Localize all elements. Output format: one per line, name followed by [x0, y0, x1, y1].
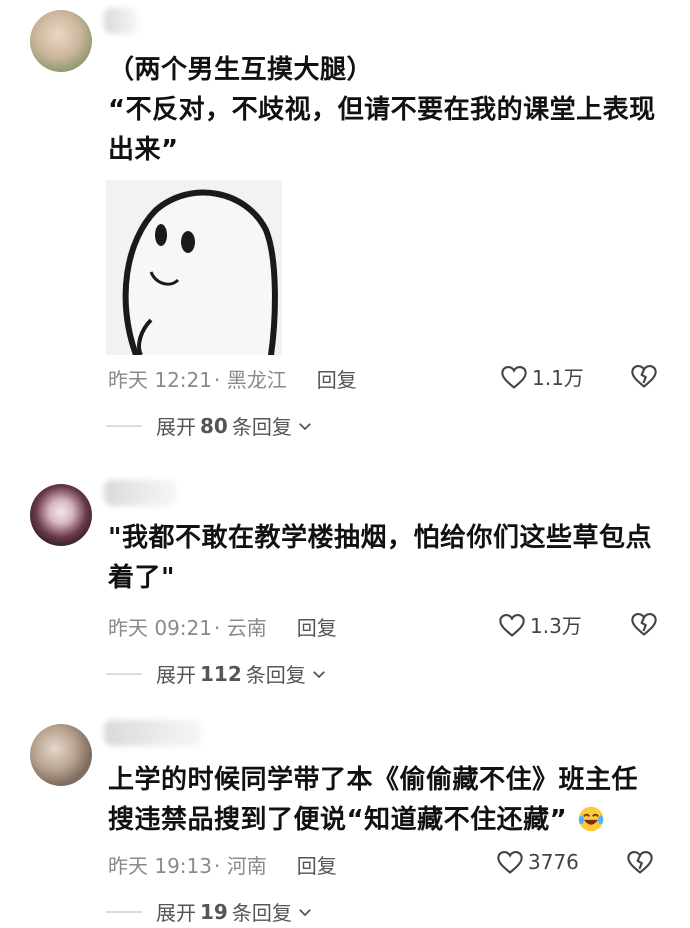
avatar[interactable] [30, 10, 92, 72]
chevron-down-icon [312, 670, 325, 678]
expand-count: 80 [200, 413, 228, 438]
comment-text-line-2: “不反对，不歧视，但请不要在我的课堂上表现 [108, 95, 656, 125]
comment-text-line-1: （两个男生互摸大腿） [108, 55, 374, 85]
expand-replies[interactable]: 展开 80 条回复 [106, 411, 314, 440]
laughing-crying-emoji-icon [578, 806, 603, 832]
chevron-down-icon [298, 908, 311, 916]
expand-replies[interactable]: 展开 19 条回复 [106, 897, 314, 926]
divider-line [106, 910, 142, 913]
expand-suffix: 条回复 [231, 901, 292, 925]
comment-2: "我都不敢在教学楼抽烟，怕给你们这些草包点 着了" 昨天 09:21 · 云南 … [0, 470, 690, 700]
comment-meta: 昨天 12:21 · 黑龙江 回复 [108, 364, 357, 393]
comment-text-line-1: 上学的时候同学带了本《偷偷藏不住》班主任 [108, 765, 639, 795]
sticker-image[interactable] [106, 180, 282, 355]
comment-time: 昨天 19:13 [108, 854, 212, 878]
expand-prefix: 展开 [156, 901, 196, 925]
like-count: 3776 [528, 850, 579, 874]
comment-time: 昨天 09:21 [108, 616, 212, 640]
heart-outline-icon [497, 851, 523, 874]
comment-text-line-1: "我都不敢在教学楼抽烟，怕给你们这些草包点 [108, 523, 653, 553]
dislike-button[interactable] [630, 610, 658, 642]
like-count: 1.1万 [532, 366, 584, 390]
reply-button[interactable]: 回复 [297, 612, 337, 641]
comment-3: 上学的时候同学带了本《偷偷藏不住》班主任 搜违禁品搜到了便说“知道藏不住还藏” … [0, 712, 690, 928]
like-button[interactable]: 1.1万 [500, 362, 584, 391]
broken-heart-icon [627, 851, 653, 874]
comment-text-line-3: 出来” [108, 135, 179, 165]
comment-location: · 黑龙江 [214, 368, 287, 392]
broken-heart-icon [631, 365, 657, 388]
reply-button[interactable]: 回复 [317, 364, 357, 393]
comment-meta: 昨天 19:13 · 河南 回复 [108, 850, 337, 879]
dislike-button[interactable] [626, 848, 654, 880]
like-button[interactable]: 3776 [496, 848, 579, 876]
comment-location: · 云南 [214, 616, 267, 640]
like-count: 1.3万 [530, 614, 582, 638]
expand-replies[interactable]: 展开 112 条回复 [106, 659, 328, 688]
dislike-button[interactable] [630, 362, 658, 394]
chevron-down-icon [298, 422, 311, 430]
reply-button[interactable]: 回复 [297, 850, 337, 879]
expand-prefix: 展开 [156, 415, 196, 439]
expand-suffix: 条回复 [231, 415, 292, 439]
expand-count: 19 [200, 899, 228, 924]
comment-time: 昨天 12:21 [108, 368, 212, 392]
ghost-sticker-icon [106, 180, 282, 355]
comment-text-line-2: 着了" [108, 563, 176, 593]
username-blurred[interactable] [104, 480, 176, 506]
avatar[interactable] [30, 484, 92, 546]
avatar[interactable] [30, 724, 92, 786]
username-blurred[interactable] [104, 8, 138, 34]
comment-meta: 昨天 09:21 · 云南 回复 [108, 612, 337, 641]
expand-prefix: 展开 [156, 663, 196, 687]
comment-text-line-2: 搜违禁品搜到了便说“知道藏不住还藏” [108, 805, 568, 835]
heart-outline-icon [499, 613, 525, 637]
heart-outline-icon [501, 365, 527, 389]
broken-heart-icon [631, 613, 657, 636]
expand-suffix: 条回复 [245, 663, 306, 687]
username-blurred[interactable] [104, 720, 202, 746]
like-button[interactable]: 1.3万 [498, 610, 582, 639]
expand-count: 112 [200, 661, 242, 686]
divider-line [106, 424, 142, 427]
comment-1: （两个男生互摸大腿） “不反对，不歧视，但请不要在我的课堂上表现 出来” 昨天 … [0, 0, 690, 450]
divider-line [106, 672, 142, 675]
comment-location: · 河南 [214, 854, 267, 878]
comment-text-line-2-wrap: 搜违禁品搜到了便说“知道藏不住还藏” [108, 800, 605, 840]
